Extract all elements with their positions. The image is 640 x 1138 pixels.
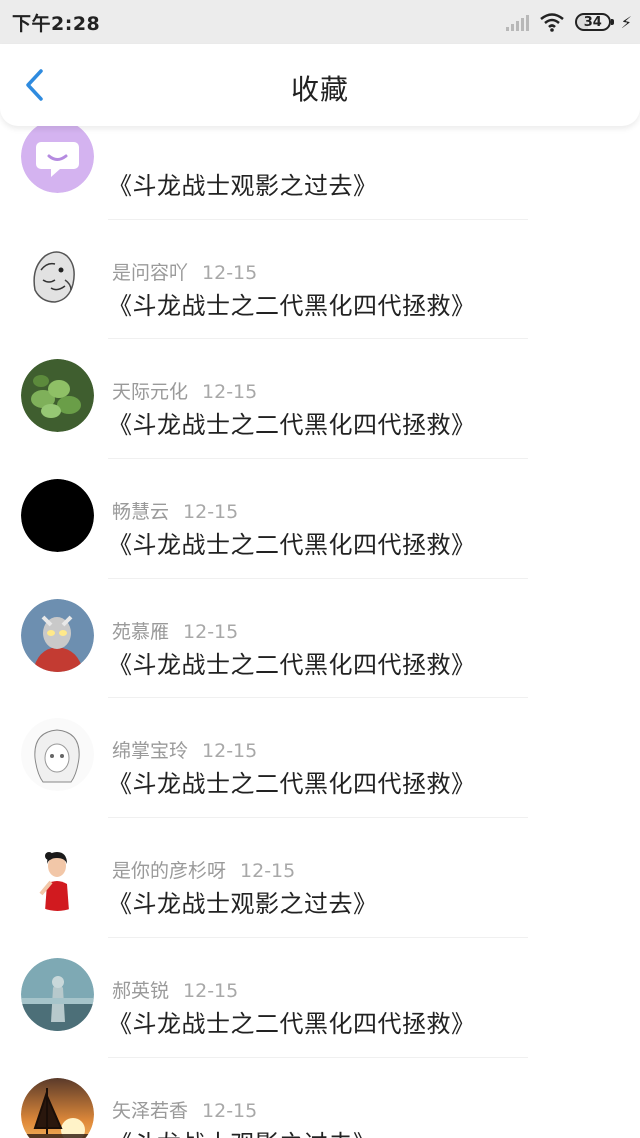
list-item[interactable]: 绵掌宝玲 12-15 《斗龙战士之二代黑化四代拯救》: [0, 698, 640, 819]
list-item[interactable]: 畅慧云 12-15 《斗龙战士之二代黑化四代拯救》: [0, 459, 640, 579]
item-date: 12-15: [183, 620, 239, 643]
item-date: 12-15: [183, 501, 239, 524]
item-username: 苑慕雁: [112, 620, 170, 643]
item-username: 绵掌宝玲: [112, 740, 189, 763]
anime-sketch-avatar[interactable]: [21, 718, 94, 792]
item-username: 是问容吖: [112, 261, 189, 284]
item-title: 《斗龙战士之二代黑化四代拯救》: [108, 291, 476, 320]
lion-sketch-avatar[interactable]: [21, 239, 94, 313]
woman-red-dress-avatar[interactable]: [21, 838, 94, 912]
item-title: 《斗龙战士之二代黑化四代拯救》: [108, 531, 476, 560]
sunset-sailboat-avatar[interactable]: [21, 1077, 94, 1138]
item-title: 《斗龙战士观影之过去》: [108, 172, 378, 200]
item-username: 天际元化: [112, 381, 189, 404]
item-username: 是你的彦杉呀: [112, 860, 227, 883]
item-title: 《斗龙战士之二代黑化四代拯救》: [108, 650, 476, 679]
list-item[interactable]: 矢泽若香 12-15 《斗龙战士观影之过去》: [0, 1058, 640, 1138]
item-date: 12-15: [202, 261, 258, 284]
item-title: 《斗龙战士观影之过去》: [108, 1124, 378, 1138]
item-date: 12-15: [183, 979, 239, 1002]
item-date: 12-15: [202, 1099, 258, 1122]
charging-icon: ⚡: [620, 12, 632, 32]
wifi-icon: [539, 13, 564, 32]
item-meta: 是你的彦杉呀 12-15: [112, 856, 295, 883]
item-meta: 是问容吖 12-15: [112, 258, 257, 285]
battery-icon: 34: [574, 13, 614, 31]
list-item[interactable]: 天际元化 12-15 《斗龙战士之二代黑化四代拯救》: [0, 339, 640, 460]
title-bar: 收藏: [0, 44, 640, 126]
favorites-content[interactable]: 《斗龙战士观影之过去》 是问容吖 12-15 《斗龙战士之二代黑化四代拯救》 天际元化 1…: [0, 44, 640, 1138]
item-username: 郝英锐: [112, 979, 170, 1002]
list-item[interactable]: 是你的彦杉呀 12-15 《斗龙战士观影之过去》: [0, 818, 640, 938]
item-meta: 绵掌宝玲 12-15: [112, 736, 257, 763]
battery-level: 34: [583, 14, 602, 30]
page-title: 收藏: [290, 73, 349, 106]
item-title: 《斗龙战士之二代黑化四代拯救》: [108, 1009, 476, 1038]
item-date: 12-15: [240, 860, 296, 883]
list-item[interactable]: 是问容吖 12-15 《斗龙战士之二代黑化四代拯救》: [0, 220, 640, 340]
item-username: 畅慧云: [112, 501, 170, 524]
status-icons: 34 ⚡: [505, 9, 632, 35]
signal-icon: [505, 13, 529, 31]
chat-bubble-avatar[interactable]: [21, 120, 94, 193]
item-title: 《斗龙战士之二代黑化四代拯救》: [108, 411, 476, 440]
item-username: 矢泽若香: [112, 1099, 189, 1122]
item-meta: 天际元化 12-15: [112, 377, 257, 404]
item-meta: [112, 138, 126, 160]
item-meta: 郝英锐 12-15: [112, 976, 238, 1003]
status-time: 下午2:28: [12, 13, 101, 35]
green-leaves-avatar[interactable]: [21, 359, 94, 433]
item-title: 《斗龙战士之二代黑化四代拯救》: [108, 770, 476, 799]
favorites-list: 《斗龙战士观影之过去》 是问容吖 12-15 《斗龙战士之二代黑化四代拯救》 天际元化 1…: [0, 100, 640, 1138]
item-title: 《斗龙战士观影之过去》: [108, 890, 378, 919]
status-bar: 下午2:28 34 ⚡: [0, 0, 640, 44]
black-circle-avatar[interactable]: [21, 479, 94, 553]
list-item[interactable]: 郝英锐 12-15 《斗龙战士之二代黑化四代拯救》: [0, 938, 640, 1058]
item-meta: 苑慕雁 12-15: [112, 617, 238, 644]
item-date: 12-15: [202, 381, 258, 404]
list-item[interactable]: 苑慕雁 12-15 《斗龙战士之二代黑化四代拯救》: [0, 579, 640, 699]
statue-avatar[interactable]: [21, 957, 94, 1031]
item-date: 12-15: [202, 740, 258, 763]
ultraman-avatar[interactable]: [21, 598, 94, 672]
item-meta: 畅慧云 12-15: [112, 497, 238, 524]
item-meta: 矢泽若香 12-15: [112, 1096, 257, 1123]
